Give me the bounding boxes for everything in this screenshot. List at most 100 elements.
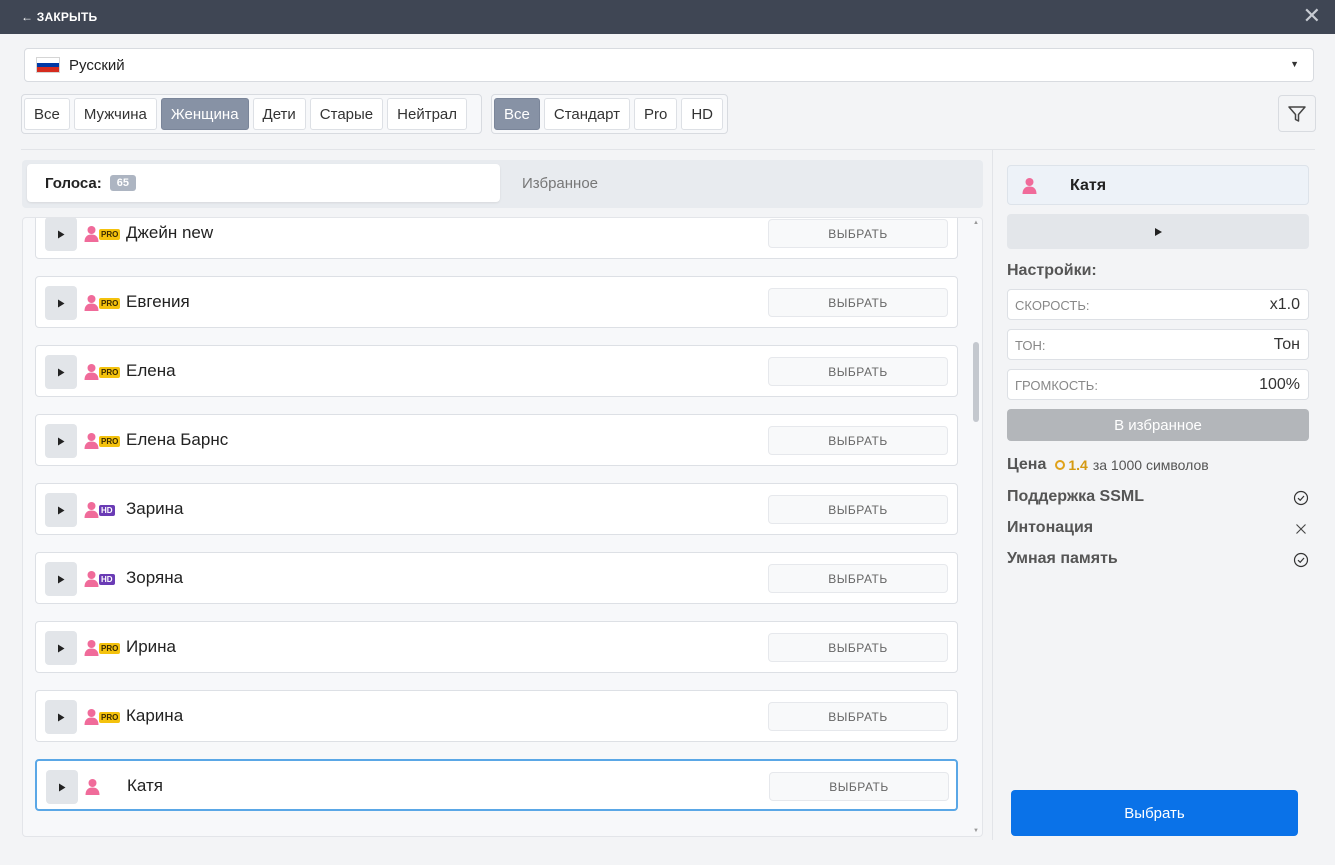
feature-label: Поддержка SSML [1007,488,1144,505]
close-link[interactable]: ← ЗАКРЫТЬ [21,10,97,24]
tier-filter-hd[interactable]: HD [681,98,724,130]
selected-voice-header: Катя [1007,165,1309,205]
voice-list-scrollbar[interactable]: ▲ ▼ [971,220,981,834]
preview-play-button[interactable] [1007,214,1309,249]
pick-voice-button[interactable]: ВЫБРАТЬ [768,495,948,524]
female-voice-icon [1022,178,1037,194]
feature-ssml: Поддержка SSML [1007,488,1309,510]
voice-row[interactable]: PRO Джейн new ВЫБРАТЬ [35,218,958,259]
feature-label: Интонация [1007,519,1094,536]
voice-name: Евгения [126,292,190,311]
play-button[interactable] [46,770,78,804]
settings-title: Настройки: [1007,262,1097,279]
tier-badge: PRO [99,229,121,240]
voice-row[interactable]: HD Зоряна ВЫБРАТЬ [35,552,958,604]
gender-filter-old[interactable]: Старые [309,98,384,130]
female-voice-icon [84,364,99,380]
play-button[interactable] [45,493,77,527]
voice-row[interactable]: PRO Карина ВЫБРАТЬ [35,690,958,742]
voice-name: Елена [126,361,176,380]
gender-filter-all[interactable]: Все [24,98,70,130]
pick-voice-button[interactable]: ВЫБРАТЬ [768,219,948,248]
voice-name: Джейн new [126,223,214,242]
gender-filter-neutral[interactable]: Нейтрал [387,98,468,130]
play-icon [58,230,65,238]
play-button[interactable] [45,218,77,251]
scroll-down-icon[interactable]: ▼ [973,828,979,834]
pick-voice-button[interactable]: ВЫБРАТЬ [768,426,948,455]
pick-voice-button[interactable]: ВЫБРАТЬ [768,564,948,593]
gender-filter-female[interactable]: Женщина [160,98,249,130]
tier-filter-standard[interactable]: Стандарт [543,98,630,130]
add-to-favorites-button[interactable]: В избранное [1007,409,1309,441]
gender-filter-kids[interactable]: Дети [252,98,306,130]
price-value: 1.4 [1068,457,1088,473]
tier-filter-pro[interactable]: Pro [634,98,678,130]
play-button[interactable] [45,286,77,320]
voice-name: Зарина [126,499,184,518]
pick-voice-button[interactable]: ВЫБРАТЬ [768,288,948,317]
filter-button[interactable] [1278,95,1316,132]
play-button[interactable] [45,700,77,734]
tier-filter: Все Стандарт Pro HD [491,94,728,134]
play-icon [58,299,65,307]
play-button[interactable] [45,355,77,389]
voices-count-badge: 65 [109,175,136,191]
select-voice-button[interactable]: Выбрать [1011,790,1298,836]
close-icon[interactable]: ✕ [1303,5,1321,27]
check-circle-icon [1293,490,1309,506]
play-button[interactable] [45,562,77,596]
voice-row[interactable]: PRO Ирина ВЫБРАТЬ [35,621,958,673]
price-unit: за 1000 символов [1092,457,1209,473]
female-voice-icon [84,226,99,242]
gender-filter-male[interactable]: Мужчина [73,98,157,130]
play-icon [59,783,66,791]
feature-label: Умная память [1007,550,1118,567]
gender-filter: Все Мужчина Женщина Дети Старые Нейтрал [21,94,482,134]
tone-label: ТОН: [1015,338,1046,353]
play-icon [58,713,65,721]
check-circle-icon [1293,552,1309,568]
female-voice-icon [84,295,99,311]
voice-row[interactable]: HD Зарина ВЫБРАТЬ [35,483,958,535]
speed-value: x1.0 [1269,296,1300,313]
play-button[interactable] [45,424,77,458]
pick-voice-button[interactable]: ВЫБРАТЬ [769,772,949,801]
language-select[interactable]: Русский ▼ [24,48,1314,82]
voice-row[interactable]: Катя ВЫБРАТЬ [35,759,958,811]
tab-voices-label: Голоса: [45,174,102,192]
play-button[interactable] [45,631,77,665]
tone-setting[interactable]: ТОН: Тон [1007,329,1309,360]
pick-voice-button[interactable]: ВЫБРАТЬ [768,633,948,662]
tab-voices[interactable]: Голоса: 65 [27,164,500,202]
voice-tabs: Голоса: 65 Избранное [22,160,983,208]
top-bar: ← ЗАКРЫТЬ ✕ [0,0,1335,34]
play-icon [58,506,65,514]
tier-badge: HD [99,574,115,585]
cross-icon [1296,524,1306,534]
voice-row[interactable]: PRO Евгения ВЫБРАТЬ [35,276,958,328]
female-voice-icon [84,502,99,518]
tier-badge: PRO [99,367,121,378]
price-label: Цена [1007,456,1047,473]
voice-row[interactable]: PRO Елена Барнс ВЫБРАТЬ [35,414,958,466]
tier-filter-all[interactable]: Все [494,98,540,130]
divider [21,149,1315,150]
price-row: Цена 1.4 за 1000 символов [1007,456,1209,474]
pick-voice-button[interactable]: ВЫБРАТЬ [768,702,948,731]
selected-voice-name: Катя [1070,177,1107,194]
tier-badge: PRO [99,436,121,447]
volume-setting[interactable]: ГРОМКОСТЬ: 100% [1007,369,1309,400]
female-voice-icon [84,433,99,449]
volume-label: ГРОМКОСТЬ: [1015,378,1098,393]
scroll-up-icon[interactable]: ▲ [973,220,979,226]
caret-down-icon: ▼ [1290,59,1299,69]
speed-label: СКОРОСТЬ: [1015,298,1090,313]
voice-row[interactable]: PRO Елена ВЫБРАТЬ [35,345,958,397]
pick-voice-button[interactable]: ВЫБРАТЬ [768,357,948,386]
play-icon [58,368,65,376]
scroll-thumb[interactable] [973,342,979,422]
tab-favorites[interactable]: Избранное [522,175,598,192]
funnel-icon [1288,105,1306,122]
speed-setting[interactable]: СКОРОСТЬ: x1.0 [1007,289,1309,320]
